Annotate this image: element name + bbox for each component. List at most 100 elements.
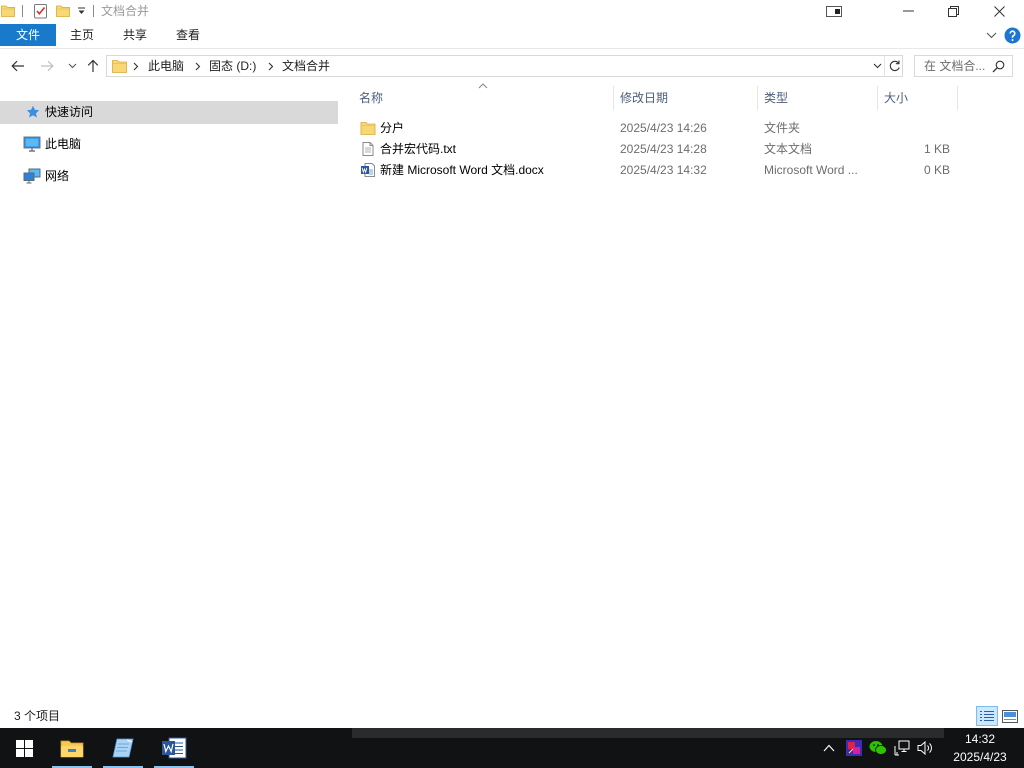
file-row-docx[interactable]: 新建 Microsoft Word 文档.docx 2025/4/23 14:3…	[352, 160, 958, 181]
search-icon[interactable]	[992, 60, 1005, 73]
app-tray-icon	[846, 740, 862, 756]
item-count: 3 个项目	[14, 709, 61, 723]
word-document-icon	[360, 162, 376, 178]
file-type: Microsoft Word ...	[764, 163, 858, 177]
network-status-icon	[894, 740, 910, 756]
close-button[interactable]	[975, 0, 1024, 22]
file-size: 1 KB	[923, 142, 950, 156]
column-header-date[interactable]: 修改日期	[620, 86, 668, 110]
file-name: 新建 Microsoft Word 文档.docx	[380, 163, 544, 177]
file-date: 2025/4/23 14:26	[620, 121, 707, 135]
recent-locations-chevron-icon[interactable]	[68, 63, 77, 69]
notes-app-icon	[111, 737, 135, 759]
breadcrumb-drive-d[interactable]: 固态 (D:)	[209, 56, 256, 76]
close-icon	[994, 5, 1005, 17]
forward-arrow-icon[interactable]	[40, 60, 54, 72]
file-date: 2025/4/23 14:32	[620, 163, 707, 177]
taskbar-clock[interactable]: 14:32 2025/4/23	[944, 728, 1016, 768]
restore-button[interactable]	[930, 0, 976, 22]
start-button[interactable]	[0, 728, 48, 768]
taskbar-app-explorer[interactable]	[48, 728, 96, 768]
word-app-icon	[161, 737, 187, 759]
customize-dropdown-icon[interactable]	[77, 7, 86, 15]
file-explorer-icon	[60, 738, 84, 758]
file-size	[884, 118, 950, 139]
column-header-type[interactable]: 类型	[764, 86, 788, 110]
taskbar: 14:32 2025/4/23	[0, 728, 1024, 768]
chevron-right-icon[interactable]	[195, 62, 201, 71]
clock-time: 14:32	[964, 732, 996, 746]
up-arrow-icon[interactable]	[87, 59, 99, 73]
windows-logo-icon	[15, 739, 33, 757]
chevron-right-icon[interactable]	[133, 62, 139, 71]
tablet-mode-icon[interactable]	[826, 6, 842, 17]
back-arrow-icon[interactable]	[11, 60, 25, 72]
details-view-icon	[979, 710, 995, 723]
address-divider	[884, 56, 885, 76]
tab-file[interactable]: 文件	[0, 24, 56, 46]
column-header-name[interactable]: 名称	[359, 86, 383, 110]
new-folder-icon[interactable]	[56, 4, 70, 18]
text-file-icon	[360, 141, 376, 157]
nav-item-label: 此电脑	[45, 137, 82, 151]
nav-item-label: 快速访问	[45, 105, 94, 119]
file-row-folder[interactable]: 分户 2025/4/23 14:26 文件夹	[352, 118, 958, 139]
star-icon	[26, 105, 40, 119]
chevron-right-icon[interactable]	[268, 62, 274, 71]
tray-volume-button[interactable]	[914, 728, 936, 768]
column-divider[interactable]	[757, 86, 758, 110]
ribbon-divider	[0, 48, 1024, 49]
help-icon[interactable]	[1004, 27, 1021, 44]
file-size: 0 KB	[923, 163, 950, 177]
tab-view[interactable]: 查看	[164, 24, 212, 46]
folder-icon	[360, 120, 376, 136]
column-divider[interactable]	[613, 86, 614, 110]
tab-share[interactable]: 共享	[111, 24, 159, 46]
nav-item-quick-access[interactable]: 快速访问	[0, 101, 338, 124]
large-icons-view-icon	[1002, 709, 1018, 723]
column-header-row: 名称 修改日期 类型 大小	[352, 83, 958, 110]
title-bar: 文档合并	[0, 0, 1024, 22]
network-icon	[23, 168, 41, 184]
minimize-button[interactable]	[885, 0, 931, 22]
restore-icon	[947, 5, 959, 17]
nav-item-network[interactable]: 网络	[0, 165, 338, 188]
computer-icon	[23, 136, 41, 152]
chevron-up-icon	[823, 744, 835, 752]
taskbar-app-notes[interactable]	[99, 728, 147, 768]
refresh-icon[interactable]	[888, 59, 901, 73]
clock-date: 2025/4/23	[953, 750, 1007, 764]
tray-app-button[interactable]	[843, 728, 865, 768]
file-date: 2025/4/23 14:28	[620, 142, 707, 156]
search-box[interactable]: 在 文档合...	[914, 55, 1013, 77]
column-divider[interactable]	[957, 86, 958, 110]
tab-home[interactable]: 主页	[58, 24, 106, 46]
file-type: 文本文档	[764, 142, 813, 156]
nav-item-label: 网络	[45, 169, 70, 183]
folder-icon[interactable]	[1, 4, 15, 18]
toolbar-separator	[93, 5, 94, 17]
large-icons-view-button[interactable]	[1000, 706, 1020, 726]
tray-overflow-button[interactable]	[818, 728, 840, 768]
address-bar[interactable]: 此电脑 固态 (D:) 文档合并	[106, 55, 903, 77]
wechat-icon	[869, 740, 887, 756]
file-row-txt[interactable]: 合并宏代码.txt 2025/4/23 14:28 文本文档 1 KB	[352, 139, 958, 160]
tray-wechat-button[interactable]	[867, 728, 889, 768]
file-type: 文件夹	[764, 121, 801, 135]
file-name: 分户	[380, 121, 405, 135]
properties-icon[interactable]	[33, 3, 48, 19]
breadcrumb-current-folder[interactable]: 文档合并	[282, 56, 330, 76]
search-input[interactable]: 在 文档合...	[924, 56, 985, 76]
address-dropdown-icon[interactable]	[873, 63, 882, 69]
column-divider[interactable]	[877, 86, 878, 110]
file-name: 合并宏代码.txt	[380, 142, 457, 156]
sort-ascending-icon	[478, 83, 488, 89]
taskbar-app-word[interactable]	[150, 728, 198, 768]
minimize-icon	[902, 10, 914, 12]
column-header-size[interactable]: 大小	[884, 86, 908, 110]
details-view-button[interactable]	[976, 706, 998, 726]
chevron-down-icon[interactable]	[986, 32, 997, 39]
breadcrumb-this-pc[interactable]: 此电脑	[148, 56, 184, 76]
tray-network-button[interactable]	[891, 728, 913, 768]
nav-item-this-pc[interactable]: 此电脑	[0, 133, 338, 156]
